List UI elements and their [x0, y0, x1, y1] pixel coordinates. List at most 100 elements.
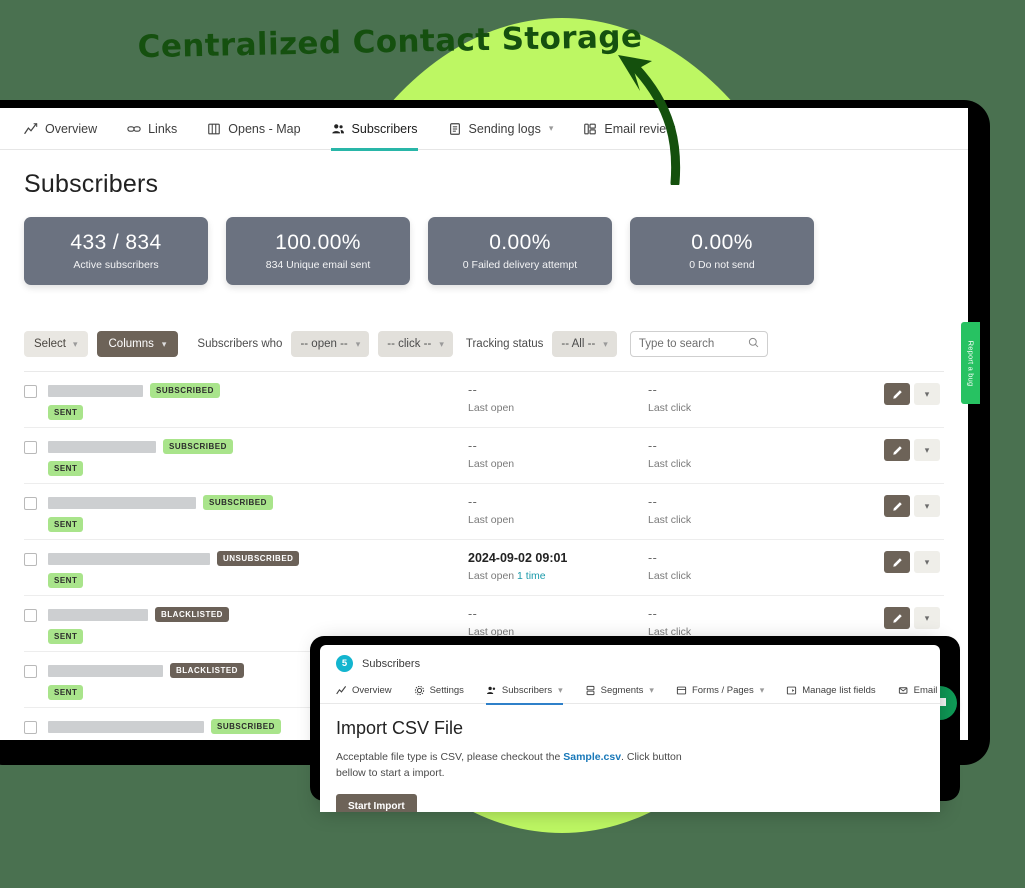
sample-csv-link[interactable]: Sample.csv: [563, 751, 621, 763]
stat-value: 100.00%: [275, 231, 361, 254]
table-row[interactable]: SUBSCRIBED SENT -- Last open -- Last cli…: [24, 484, 944, 540]
overlay-tab-label: Settings: [429, 685, 464, 696]
row-more-dropdown[interactable]: ▾: [914, 551, 940, 573]
search-box[interactable]: [629, 331, 768, 357]
status-badge: BLACKLISTED: [170, 663, 244, 678]
row-more-dropdown[interactable]: ▾: [914, 439, 940, 461]
start-import-button[interactable]: Start Import: [336, 793, 417, 812]
sent-badge: SENT: [48, 629, 84, 644]
row-checkbox[interactable]: [24, 665, 37, 678]
last-open-cell: -- Last open: [468, 383, 648, 414]
status-badge: SUBSCRIBED: [163, 439, 233, 454]
subscribers-who-label: Subscribers who: [197, 338, 283, 350]
overlay-tab-subscribers[interactable]: Subscribers ▾: [485, 678, 563, 705]
redacted-email: [48, 608, 148, 621]
last-open-count-link[interactable]: 1 time: [517, 570, 546, 582]
tab-opens-map[interactable]: Opens - Map: [207, 108, 301, 150]
edit-button[interactable]: [884, 607, 910, 629]
subscriber-identity-cell: SUBSCRIBED SENT: [48, 383, 468, 420]
row-checkbox[interactable]: [24, 721, 37, 734]
people-icon: [331, 122, 345, 136]
tracking-status-dropdown[interactable]: -- All -- ▾: [552, 331, 617, 357]
stat-card-group: 433 / 834 Active subscribers 100.00% 834…: [0, 199, 968, 285]
report-a-bug-tab[interactable]: Report a bug: [961, 322, 980, 404]
last-open-value: 2024-09-02 09:01: [468, 551, 568, 565]
sent-badge: SENT: [48, 517, 84, 532]
table-row[interactable]: SUBSCRIBED SENT -- Last open -- Last cli…: [24, 372, 944, 428]
row-checkbox[interactable]: [24, 497, 37, 510]
segments-icon: [585, 685, 596, 696]
last-click-value: --: [648, 495, 658, 509]
edit-button[interactable]: [884, 439, 910, 461]
overlay-body: Import CSV File Acceptable file type is …: [320, 704, 940, 812]
stat-value: 0.00%: [691, 231, 753, 254]
fields-icon: [786, 685, 797, 696]
sent-badge: SENT: [48, 685, 84, 700]
overlay-tab-overview[interactable]: Overview: [336, 678, 392, 704]
last-click-value: --: [648, 551, 658, 565]
click-filter-dropdown[interactable]: -- click -- ▾: [378, 331, 453, 357]
redacted-email: [48, 720, 204, 733]
overlay-tab-manage-list-fields[interactable]: Manage list fields: [786, 678, 876, 704]
edit-button[interactable]: [884, 495, 910, 517]
row-more-dropdown[interactable]: ▾: [914, 383, 940, 405]
tab-sending-logs[interactable]: Sending logs ▾: [448, 108, 553, 150]
last-open-label-text: Last open: [468, 569, 515, 582]
sent-badge: SENT: [48, 461, 84, 476]
table-row[interactable]: UNSUBSCRIBED SENT 2024-09-02 09:01 Last …: [24, 540, 944, 596]
columns-label: Columns: [108, 338, 154, 350]
chevron-down-icon: ▾: [355, 338, 361, 349]
tab-links[interactable]: Links: [127, 108, 177, 150]
mail-check-icon: [898, 685, 909, 696]
stat-label: Active subscribers: [73, 259, 159, 271]
tab-label: Sending logs: [468, 121, 541, 136]
last-click-cell: -- Last click: [648, 607, 828, 638]
row-checkbox[interactable]: [24, 385, 37, 398]
overlay-tab-segments[interactable]: Segments ▾: [585, 678, 654, 704]
overlay-heading: Import CSV File: [336, 718, 464, 738]
search-icon: [748, 335, 759, 353]
row-actions: ▾: [884, 383, 944, 405]
table-row[interactable]: SUBSCRIBED SENT -- Last open -- Last cli…: [24, 428, 944, 484]
gear-icon: [414, 685, 425, 696]
last-open-value: --: [468, 383, 478, 397]
select-label: Select: [34, 338, 66, 350]
redacted-email: [48, 384, 143, 397]
overlay-tab-settings[interactable]: Settings: [414, 678, 464, 704]
stat-card-unique-email-sent: 100.00% 834 Unique email sent: [226, 217, 410, 285]
analytics-icon: [336, 685, 347, 696]
row-actions: ▾: [884, 495, 944, 517]
row-more-dropdown[interactable]: ▾: [914, 607, 940, 629]
edit-button[interactable]: [884, 383, 910, 405]
status-badge: BLACKLISTED: [155, 607, 229, 622]
stat-label: 834 Unique email sent: [265, 259, 371, 271]
page-title: Subscribers: [24, 170, 159, 198]
tab-overview[interactable]: Overview: [24, 108, 97, 150]
last-open-value: --: [468, 607, 478, 621]
columns-button[interactable]: Columns ▾: [96, 331, 179, 357]
search-input[interactable]: [638, 338, 747, 350]
stat-value: 0.00%: [489, 231, 551, 254]
overlay-tab-label: Forms / Pages: [691, 685, 754, 696]
review-icon: [583, 122, 597, 136]
row-checkbox[interactable]: [24, 609, 37, 622]
edit-button[interactable]: [884, 551, 910, 573]
status-badge: UNSUBSCRIBED: [217, 551, 300, 566]
overlay-tab-forms-pages[interactable]: Forms / Pages ▾: [676, 678, 764, 704]
row-more-dropdown[interactable]: ▾: [914, 495, 940, 517]
select-dropdown-button[interactable]: Select ▾: [24, 331, 88, 357]
map-icon: [207, 122, 221, 136]
chevron-down-icon: ▾: [161, 338, 167, 349]
tab-label: Subscribers: [351, 121, 418, 136]
row-checkbox[interactable]: [24, 441, 37, 454]
tab-subscribers[interactable]: Subscribers: [330, 108, 418, 151]
overlay-tab-email-verification[interactable]: Email verification: [898, 678, 940, 704]
last-open-label: Last open: [468, 401, 515, 414]
redacted-email: [48, 664, 163, 677]
redacted-email: [48, 552, 210, 565]
stat-value: 433 / 834: [70, 231, 162, 254]
redacted-email: [48, 496, 196, 509]
subscriber-identity-cell: SUBSCRIBED SENT: [48, 439, 468, 476]
open-filter-dropdown[interactable]: -- open -- ▾: [291, 331, 370, 357]
row-checkbox[interactable]: [24, 553, 37, 566]
